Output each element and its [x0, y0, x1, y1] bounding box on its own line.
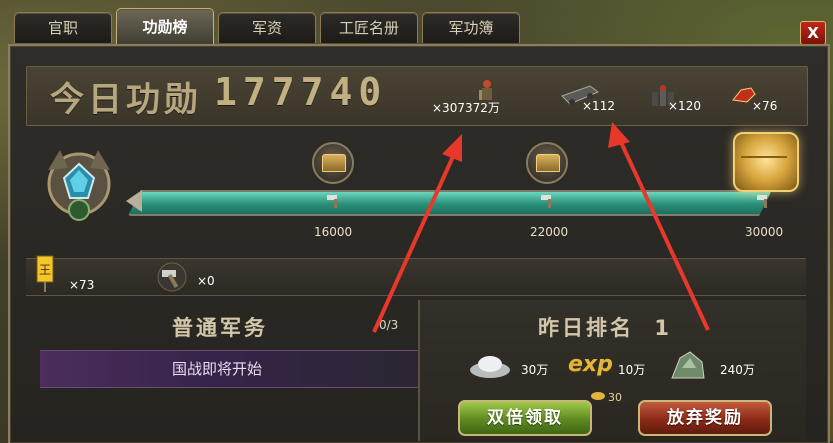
reward-count-war-horse: ×76 [752, 99, 778, 113]
tab-craftsmen-roster[interactable]: 工匠名册 [320, 12, 418, 43]
ore-icon [671, 351, 705, 379]
merit-progress-bar [128, 190, 772, 216]
exp-icon: exp [568, 352, 613, 377]
close-button[interactable]: X [800, 21, 826, 45]
task-item-label: 国战即将开始 [172, 360, 263, 378]
milestone-chest-3[interactable] [733, 132, 799, 192]
reward-count-soldiers: ×307372万 [432, 101, 500, 115]
yesterday-rank-title: 昨日排名 1 [538, 312, 672, 342]
inventory-count-hammer: ×0 [197, 274, 215, 288]
yesterday-reward-exp: 10万 [618, 363, 646, 377]
yesterday-reward-ore: 240万 [720, 363, 755, 377]
milestone-marker-icon [327, 195, 337, 208]
reward-count-supply-cart: ×112 [582, 99, 615, 113]
milestone-chest-2[interactable] [526, 142, 568, 184]
yesterday-rank-value: 1 [654, 316, 672, 340]
gold-amount: 30 [608, 391, 622, 404]
progress-start-arrow-icon [126, 190, 142, 212]
milestone-marker-icon [757, 195, 767, 208]
rank-badge-icon [47, 150, 111, 221]
gold-icon [591, 392, 605, 400]
hammer-icon [157, 262, 187, 292]
tab-supplies[interactable]: 军资 [218, 12, 316, 43]
yesterday-rank-label: 昨日排名 [538, 316, 634, 340]
tab-official-rank[interactable]: 官职 [14, 12, 112, 43]
today-merit-value: 177740 [214, 70, 388, 114]
double-claim-button[interactable]: 双倍领取 [458, 400, 592, 436]
tab-merit-board[interactable]: 功勋榜 [116, 8, 214, 45]
svg-text:王: 王 [39, 263, 51, 277]
inventory-strip [26, 258, 806, 296]
silver-ingot-icon [470, 356, 510, 378]
milestone-label-3: 30000 [745, 225, 784, 239]
tab-military-merit-book[interactable]: 军功簿 [422, 12, 520, 43]
reward-count-troops: ×120 [668, 99, 701, 113]
tasks-progress: 0/3 [379, 318, 399, 332]
abandon-reward-button[interactable]: 放弃奖励 [638, 400, 772, 436]
milestone-label-2: 22000 [530, 225, 569, 239]
section-divider [418, 300, 420, 441]
milestone-chest-1[interactable] [312, 142, 354, 184]
inventory-count-king-token: ×73 [69, 278, 95, 292]
king-token-icon: 王 [36, 255, 54, 292]
tasks-title: 普通军务 [172, 316, 268, 340]
milestone-label-1: 16000 [314, 225, 353, 239]
today-merit-label: 今日功勋 [50, 80, 202, 120]
milestone-marker-icon [541, 195, 551, 208]
yesterday-reward-silver: 30万 [521, 363, 549, 377]
